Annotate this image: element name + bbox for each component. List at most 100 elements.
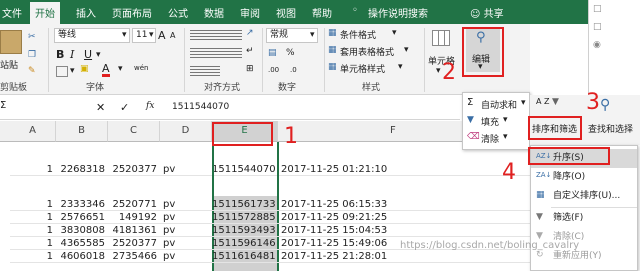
cell[interactable]: 2333346 [56, 198, 108, 211]
font-color-icon[interactable]: A [102, 63, 110, 77]
border-icon[interactable] [56, 66, 68, 77]
cell[interactable]: 2520377 [108, 237, 160, 250]
fill-color-icon[interactable]: ▣ [80, 64, 89, 74]
cell[interactable]: pv [160, 163, 212, 176]
chevron-down-icon[interactable]: ▾ [122, 30, 127, 40]
cell[interactable]: 4365585 [56, 237, 108, 250]
cell[interactable]: 2520377 [108, 163, 160, 176]
column-header-b[interactable]: B [56, 121, 108, 142]
align-top-icons[interactable] [190, 30, 242, 42]
cell[interactable]: 2017-11-25 21:28:01 [278, 250, 530, 263]
tab-file[interactable]: 文件 [2, 5, 22, 20]
cells-icon[interactable] [432, 30, 450, 46]
custom-sort-item[interactable]: 自定义排序(U)... [531, 187, 637, 206]
column-header-d[interactable]: D [160, 121, 212, 142]
cell[interactable]: 1511561733 [212, 198, 278, 211]
paste-icon[interactable] [0, 30, 22, 54]
format-painter-icon[interactable]: ✎ [28, 66, 36, 76]
percent-button[interactable]: % [286, 48, 295, 58]
find-select-button[interactable]: 查找和选择 [588, 122, 633, 135]
cell[interactable]: 2017-11-25 15:04:53 [278, 224, 530, 237]
enter-icon[interactable]: ✓ [120, 101, 129, 114]
indent-icons[interactable] [190, 66, 220, 76]
chevron-down-icon[interactable]: ▾ [503, 132, 508, 142]
chevron-down-icon[interactable]: ▾ [503, 115, 508, 125]
cell[interactable]: 1 [10, 163, 56, 176]
cell[interactable]: 2017-11-25 01:21:10 [278, 163, 530, 176]
copy-icon[interactable]: ❐ [28, 50, 36, 60]
chevron-down-icon[interactable]: ▾ [404, 45, 409, 55]
cell[interactable]: 1 [10, 237, 56, 250]
cell[interactable]: pv [160, 250, 212, 263]
chevron-down-icon[interactable]: ▾ [392, 28, 397, 38]
decrease-decimal-icon[interactable]: .0 [290, 66, 297, 74]
cell[interactable]: 2017-11-25 09:21:25 [278, 211, 530, 224]
chevron-down-icon[interactable]: ▾ [149, 30, 154, 40]
cell[interactable]: 3830808 [56, 224, 108, 237]
cell[interactable]: 1 [10, 224, 56, 237]
tell-me-search[interactable]: 操作说明搜索 [368, 5, 428, 20]
cell[interactable]: 2268318 [56, 163, 108, 176]
chevron-down-icon[interactable]: ▾ [118, 64, 123, 74]
cell[interactable]: 4606018 [56, 250, 108, 263]
cell[interactable]: 1 [10, 198, 56, 211]
shrink-font-icon[interactable]: A [170, 31, 175, 40]
column-header-a[interactable]: A [10, 121, 56, 142]
cell[interactable]: 1511572885 [212, 211, 278, 224]
cell[interactable]: 1511593493 [212, 224, 278, 237]
share-button[interactable]: ☺ 共享 [470, 5, 504, 20]
cell[interactable]: 2576651 [56, 211, 108, 224]
chevron-down-icon[interactable]: ▾ [436, 66, 441, 76]
tab-review[interactable]: 审阅 [240, 5, 260, 20]
align-left-icons[interactable] [190, 48, 242, 60]
formula-input[interactable]: 1511544070 [172, 102, 229, 112]
format-as-table-button[interactable]: 套用表格格式 [340, 45, 394, 58]
cell[interactable]: 2735466 [108, 250, 160, 263]
tab-home[interactable]: 开始 [30, 2, 60, 24]
tab-page-layout[interactable]: 页面布局 [112, 5, 152, 20]
column-header-c[interactable]: C [108, 121, 160, 142]
cell[interactable]: 1 [10, 211, 56, 224]
autosum-button[interactable]: 自动求和 [481, 98, 517, 111]
chevron-down-icon[interactable]: ▾ [96, 50, 101, 60]
fill-button[interactable]: 填充 [481, 115, 499, 128]
chevron-down-icon[interactable]: ▾ [70, 66, 75, 76]
underline-button[interactable]: U [84, 48, 92, 61]
tab-help[interactable]: 帮助 [312, 5, 332, 20]
currency-icon[interactable]: ▤ [268, 48, 277, 58]
chevron-down-icon[interactable]: ▾ [521, 98, 526, 108]
cell[interactable]: 1511544070 [212, 163, 278, 176]
tab-formulas[interactable]: 公式 [168, 5, 188, 20]
cell[interactable]: pv [160, 198, 212, 211]
cell[interactable]: 1511616481 [212, 250, 278, 263]
insert-function-button[interactable]: fx [146, 101, 154, 111]
clear-button[interactable]: 清除 [481, 132, 499, 145]
italic-button[interactable]: I [70, 48, 74, 61]
increase-decimal-icon[interactable]: .00 [268, 66, 279, 74]
wrap-text-icon[interactable]: ↵ [246, 46, 254, 56]
bold-button[interactable]: B [56, 48, 64, 61]
font-name-select[interactable]: 等线 [54, 28, 130, 43]
cell-styles-button[interactable]: 单元格样式 [340, 62, 385, 75]
orientation-icon[interactable]: ↗ [246, 28, 254, 38]
merge-icon[interactable]: ⊞ [246, 64, 254, 74]
cell[interactable]: pv [160, 237, 212, 250]
chevron-down-icon[interactable]: ▾ [398, 62, 403, 72]
cell[interactable]: 4181361 [108, 224, 160, 237]
tab-insert[interactable]: 插入 [76, 5, 96, 20]
conditional-format-button[interactable]: 条件格式 [340, 28, 376, 41]
filter-item[interactable]: 筛选(F) [531, 209, 637, 228]
cell[interactable]: 2017-11-25 06:15:33 [278, 198, 530, 211]
phonetic-icon[interactable]: wén [134, 64, 148, 72]
cell[interactable]: 149192 [108, 211, 160, 224]
cell[interactable]: 1 [10, 250, 56, 263]
cell[interactable]: pv [160, 211, 212, 224]
paste-label[interactable]: 站贴 [0, 58, 18, 71]
cell[interactable]: 1511596146 [212, 237, 278, 250]
tab-view[interactable]: 视图 [276, 5, 296, 20]
chevron-down-icon[interactable]: ▾ [310, 30, 315, 40]
cut-icon[interactable]: ✂ [28, 32, 36, 42]
cell[interactable]: pv [160, 224, 212, 237]
tab-data[interactable]: 数据 [204, 5, 224, 20]
cell[interactable]: 2520771 [108, 198, 160, 211]
